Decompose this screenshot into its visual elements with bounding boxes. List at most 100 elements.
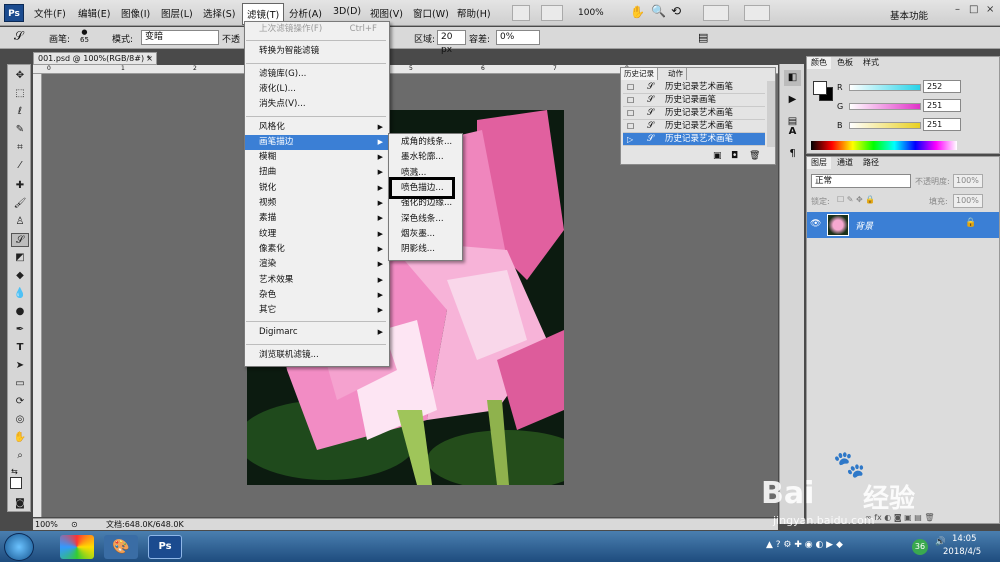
channel-g-input[interactable]: 251 (923, 99, 961, 112)
filter-menu-item[interactable]: 纹理 ▶ (245, 227, 389, 242)
snapshot-checkbox[interactable]: ☐ (627, 107, 634, 120)
menu-help[interactable]: 帮助(H) (457, 6, 491, 20)
filter-menu-item[interactable]: 画笔描边 ▶ (245, 134, 389, 150)
photoshop-taskbar-icon[interactable]: Ps (148, 535, 182, 559)
channel-r-input[interactable]: 252 (923, 80, 961, 93)
history-scrollbar[interactable] (767, 81, 775, 147)
crop-tool-icon[interactable]: ⌗ (11, 141, 29, 155)
extras-button[interactable] (541, 5, 563, 21)
quick-select-tool-icon[interactable]: ✎ (11, 123, 29, 137)
brush-strokes-submenu-item[interactable]: 墨水轮廓... (389, 150, 462, 165)
filter-menu-item[interactable]: 转换为智能滤镜 (245, 44, 389, 59)
blend-mode-select[interactable]: 正常 (811, 174, 911, 188)
rotate-view-icon[interactable]: ⟲ (671, 4, 681, 18)
filter-menu-item[interactable]: 消失点(V)... (245, 97, 389, 112)
eyedropper-tool-icon[interactable]: ⁄ (11, 159, 29, 173)
tab-styles[interactable]: 样式 (859, 57, 883, 69)
paragraph-icon[interactable]: ¶ (784, 146, 801, 162)
channel-g-slider[interactable] (849, 103, 921, 110)
arrange-documents-button[interactable] (703, 5, 729, 21)
type-tool-icon[interactable]: T (11, 341, 29, 355)
menu-3d[interactable]: 3D(D) (333, 6, 361, 17)
filter-menu-item[interactable]: 渲染 ▶ (245, 257, 389, 272)
paint-taskbar-icon[interactable]: 🎨 (104, 535, 138, 559)
3d-orbit-tool-icon[interactable]: ◎ (11, 413, 29, 427)
menu-select[interactable]: 选择(S) (203, 6, 235, 20)
marquee-tool-icon[interactable]: ⬚ (11, 87, 29, 101)
tab-actions[interactable]: 动作 (665, 68, 687, 80)
move-tool-icon[interactable]: ✥ (11, 69, 29, 83)
document-tab[interactable]: 001.psd @ 100%(RGB/8#) * × (33, 52, 157, 65)
volume-icon[interactable]: 🔊 (935, 537, 946, 547)
filter-menu-item[interactable]: 浏览联机滤镜... (245, 348, 389, 363)
hand-icon[interactable]: ✋ (630, 5, 645, 19)
quick-mask-icon[interactable]: ◙ (11, 497, 29, 511)
menu-edit[interactable]: 编辑(E) (78, 6, 110, 20)
zoom-icon[interactable]: 🔍 (651, 4, 666, 18)
brush-strokes-submenu-item[interactable]: 阴影线... (389, 242, 462, 257)
screen-mode-button[interactable] (744, 5, 770, 21)
clock-time[interactable]: 14:05 (952, 534, 977, 544)
snapshot-checkbox[interactable]: ☐ (627, 120, 634, 133)
swatches-icon[interactable]: ◧ (784, 70, 801, 86)
close-icon[interactable]: × (986, 4, 994, 15)
tab-history[interactable]: 历史记录 (621, 68, 658, 80)
eraser-tool-icon[interactable]: ◩ (11, 251, 29, 265)
filter-menu-item[interactable]: 滤镜库(G)... (245, 67, 389, 82)
zoom-tool-icon[interactable]: ⌕ (11, 449, 29, 463)
brush-tool-icon[interactable]: 🖌 (11, 197, 29, 211)
history-brush-tool-icon[interactable]: 𝒮 (11, 233, 29, 247)
maximize-icon[interactable]: □ (969, 4, 978, 15)
history-row[interactable]: ☐ 𝒮 历史记录艺术画笔 (623, 120, 765, 133)
filter-menu-item[interactable]: 扭曲 ▶ (245, 165, 389, 180)
pen-tool-icon[interactable]: ✒ (11, 323, 29, 337)
status-zoom[interactable]: 100% (35, 519, 58, 530)
lock-icons[interactable]: ☐ ✎ ✥ 🔒 (837, 195, 875, 204)
channel-r-slider[interactable] (849, 84, 921, 91)
area-input[interactable]: 20 px (437, 30, 466, 55)
dodge-tool-icon[interactable]: ● (11, 305, 29, 319)
brush-panel-icon[interactable]: ▤ (698, 31, 708, 44)
filter-menu-item[interactable]: 其它 ▶ (245, 303, 389, 318)
tray-icons[interactable]: ▲ ? ⚙ ✚ ◉ ◐ ▶ ◆ (766, 540, 843, 550)
mode-select[interactable]: 变暗 (141, 30, 219, 45)
brush-strokes-submenu-item[interactable]: 烟灰墨... (389, 227, 462, 242)
clone-stamp-tool-icon[interactable]: ♙ (11, 215, 29, 229)
filter-menu-item[interactable]: 素描 ▶ (245, 211, 389, 226)
clock-date[interactable]: 2018/4/5 (943, 547, 981, 557)
tray-badge[interactable]: 36 (912, 539, 928, 555)
history-row[interactable]: ☐ 𝒮 历史记录艺术画笔 (623, 107, 765, 120)
brush-strokes-submenu-item[interactable]: 深色线条... (389, 212, 462, 227)
filter-menu-item[interactable]: 液化(L)... (245, 82, 389, 97)
tolerance-input[interactable]: 0% (496, 30, 540, 45)
new-document-icon[interactable]: ▣ (713, 151, 722, 161)
start-button[interactable] (4, 533, 34, 561)
bridge-button[interactable] (512, 5, 530, 21)
history-row-selected[interactable]: ▷ 𝒮 历史记录艺术画笔 (623, 133, 765, 146)
channel-b-slider[interactable] (849, 122, 921, 129)
menu-view[interactable]: 视图(V) (370, 6, 403, 20)
brush-preset-picker[interactable]: ● 65 (80, 28, 89, 44)
menu-image[interactable]: 图像(I) (121, 6, 150, 20)
brush-strokes-submenu-item[interactable]: 成角的线条... (389, 135, 462, 150)
3d-rotate-tool-icon[interactable]: ⟳ (11, 395, 29, 409)
tab-swatches[interactable]: 色板 (833, 57, 857, 69)
document-size[interactable]: 文档:648.0K/648.0K (106, 519, 184, 530)
swap-colors-icon[interactable]: ⇆ (11, 467, 18, 476)
blur-tool-icon[interactable]: 💧 (11, 287, 29, 301)
tab-layers[interactable]: 图层 (807, 157, 831, 169)
layer-name[interactable]: 背景 (855, 219, 873, 232)
tab-channels[interactable]: 通道 (833, 157, 857, 169)
filter-menu-item[interactable]: 杂色 ▶ (245, 288, 389, 303)
layer-row-background[interactable]: 👁 背景 🔒 (807, 212, 999, 238)
shape-tool-icon[interactable]: ▭ (11, 377, 29, 391)
filter-menu-item[interactable]: 锐化 ▶ (245, 181, 389, 196)
layer-opacity-input[interactable]: 100% (953, 174, 983, 188)
path-select-tool-icon[interactable]: ➤ (11, 359, 29, 373)
zoom-level[interactable]: 100% (578, 8, 604, 18)
snapshot-icon[interactable]: ◘ (731, 151, 738, 161)
color-spectrum-ramp[interactable] (811, 141, 957, 150)
foreground-color-chip[interactable] (813, 81, 827, 95)
snapshot-checkbox[interactable]: ☐ (627, 81, 634, 94)
fill-input[interactable]: 100% (953, 194, 983, 208)
